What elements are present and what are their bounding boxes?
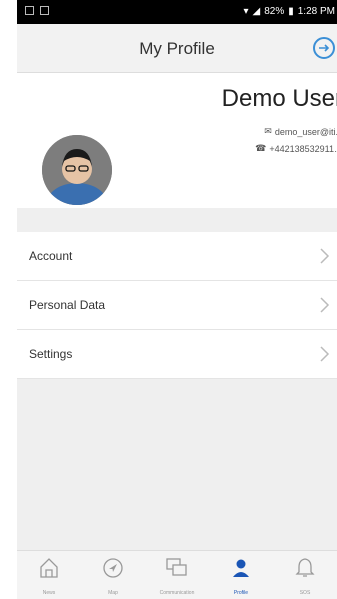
settings-menu: Account Personal Data Settings	[17, 232, 337, 379]
user-phone: ☎ +442138532911…	[255, 143, 337, 154]
user-email: ✉ demo_user@iti.g	[264, 126, 337, 137]
tab-communication[interactable]: Communication	[145, 551, 209, 599]
calendar-icon	[40, 6, 49, 15]
tab-label: Map	[108, 590, 118, 596]
tab-news[interactable]: News	[17, 551, 81, 599]
battery-percent: 82%	[264, 6, 285, 17]
page-title: My Profile	[139, 39, 215, 58]
home-icon	[40, 558, 58, 578]
logout-icon	[319, 44, 330, 52]
phone-screen: ▾ ◢ 82% ▮ 1:28 PM My Profile Demo User ✉…	[17, 0, 337, 599]
menu-item-settings[interactable]: Settings	[17, 330, 337, 379]
logout-button[interactable]	[313, 37, 335, 59]
signal-icon: ◢	[252, 6, 261, 17]
clock: 1:28 PM	[297, 6, 335, 17]
email-text: demo_user@iti.g	[274, 126, 337, 137]
menu-item-personal-data[interactable]: Personal Data	[17, 281, 337, 330]
menu-item-label: Personal Data	[29, 298, 106, 312]
bell-icon	[295, 558, 315, 577]
profile-card: Demo User ✉ demo_user@iti.g ☎ +442138532…	[17, 73, 337, 208]
chevron-right-icon	[320, 346, 330, 362]
menu-item-label: Settings	[29, 347, 73, 361]
tab-label: Communication	[159, 590, 195, 596]
tab-sos[interactable]: SOS	[273, 551, 337, 599]
battery-icon: ▮	[288, 6, 294, 17]
bottom-tab-bar: News Map Communication Profile SOS	[17, 550, 337, 599]
notification-icon	[25, 6, 34, 15]
tab-profile[interactable]: Profile	[209, 551, 273, 599]
phone-text: +442138532911…	[269, 143, 337, 154]
mail-icon: ✉	[264, 126, 272, 136]
avatar[interactable]	[42, 135, 112, 205]
phone-icon: ☎	[255, 143, 267, 153]
tab-label: SOS	[299, 590, 311, 596]
status-bar: ▾ ◢ 82% ▮ 1:28 PM	[17, 0, 337, 24]
section-divider	[17, 208, 337, 232]
tab-label: News	[42, 590, 56, 596]
person-icon	[233, 559, 249, 577]
menu-item-label: Account	[29, 249, 73, 263]
menu-item-account[interactable]: Account	[17, 232, 337, 281]
tab-map[interactable]: Map	[81, 551, 145, 599]
chat-icon	[166, 558, 187, 576]
tab-label: Profile	[233, 590, 249, 596]
header: My Profile	[17, 24, 337, 73]
user-name: Demo User	[221, 85, 337, 112]
chevron-right-icon	[320, 297, 330, 313]
navigation-icon	[103, 558, 123, 578]
chevron-right-icon	[320, 248, 330, 264]
wifi-icon: ▾	[243, 6, 249, 17]
